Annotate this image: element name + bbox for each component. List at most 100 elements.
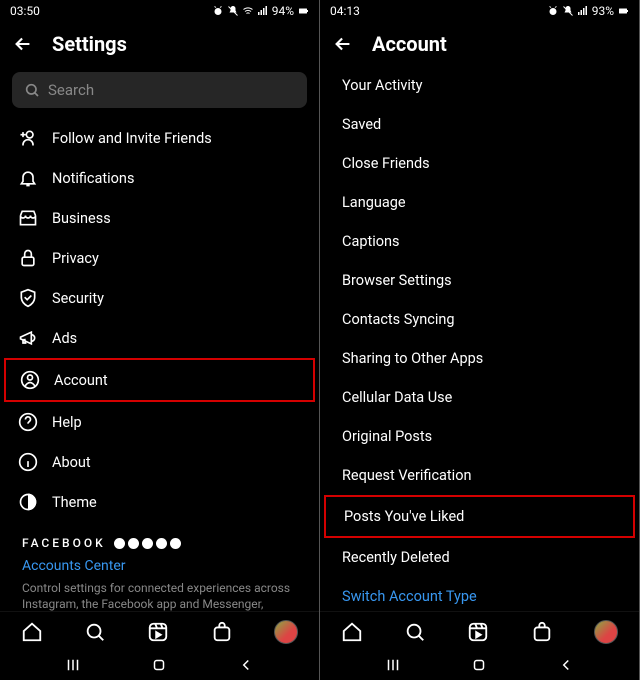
phone-settings: 03:50 94% Settings Search Follow and Inv… <box>0 0 320 680</box>
item-saved[interactable]: Saved <box>324 105 635 144</box>
alarm-icon <box>547 5 559 17</box>
page-title: Settings <box>52 32 127 56</box>
lock-icon <box>18 248 38 268</box>
signal-icon <box>577 5 589 17</box>
item-account[interactable]: Account <box>4 358 315 402</box>
footer: FACEBOOK Accounts Center Control setting… <box>4 522 315 611</box>
item-label: Saved <box>342 116 381 133</box>
item-captions[interactable]: Captions <box>324 222 635 261</box>
header: Settings <box>0 22 319 66</box>
home-icon[interactable] <box>341 621 363 643</box>
mute-icon <box>562 5 574 17</box>
item-label: Posts You've Liked <box>344 508 464 525</box>
theme-icon <box>18 492 38 512</box>
reels-icon[interactable] <box>467 621 489 643</box>
alarm-icon <box>212 5 224 17</box>
profile-avatar[interactable] <box>274 620 298 644</box>
bottom-nav <box>320 611 639 648</box>
battery-pct: 94% <box>272 4 294 18</box>
item-label: Original Posts <box>342 428 432 445</box>
add-friend-icon <box>18 128 38 148</box>
item-request-verification[interactable]: Request Verification <box>324 456 635 495</box>
item-label: Cellular Data Use <box>342 389 452 406</box>
item-label: Captions <box>342 233 400 250</box>
item-follow-invite[interactable]: Follow and Invite Friends <box>4 118 315 158</box>
header: Account <box>320 22 639 66</box>
settings-list: Follow and Invite Friends Notifications … <box>0 118 319 611</box>
battery-icon <box>297 5 309 17</box>
recents-icon[interactable] <box>384 656 402 674</box>
fb-app-icons <box>114 538 181 549</box>
facebook-brand: FACEBOOK <box>22 536 297 550</box>
item-label: Your Activity <box>342 77 423 94</box>
item-language[interactable]: Language <box>324 183 635 222</box>
bell-icon <box>18 168 38 188</box>
item-contacts-syncing[interactable]: Contacts Syncing <box>324 300 635 339</box>
item-about[interactable]: About <box>4 442 315 482</box>
item-label: Theme <box>52 494 97 511</box>
item-notifications[interactable]: Notifications <box>4 158 315 198</box>
system-nav <box>320 648 639 680</box>
home-sys-icon[interactable] <box>150 656 168 674</box>
phone-account: 04:13 93% Account Your Activity Saved Cl… <box>320 0 640 680</box>
item-business[interactable]: Business <box>4 198 315 238</box>
item-label: Account <box>54 372 108 389</box>
accounts-center-link[interactable]: Accounts Center <box>22 558 297 574</box>
item-label: Request Verification <box>342 467 471 484</box>
account-icon <box>20 370 40 390</box>
search-nav-icon[interactable] <box>404 621 426 643</box>
search-input[interactable]: Search <box>12 72 307 108</box>
item-theme[interactable]: Theme <box>4 482 315 522</box>
item-ads[interactable]: Ads <box>4 318 315 358</box>
footer-desc: Control settings for connected experienc… <box>22 580 297 611</box>
back-sys-icon[interactable] <box>237 656 255 674</box>
profile-avatar[interactable] <box>594 620 618 644</box>
wifi-icon <box>242 5 254 17</box>
back-icon[interactable] <box>332 33 354 55</box>
link-label: Switch Account Type <box>342 588 477 605</box>
mute-icon <box>227 5 239 17</box>
system-nav <box>0 648 319 680</box>
item-label: Close Friends <box>342 155 430 172</box>
link-switch-account-type[interactable]: Switch Account Type <box>324 577 635 611</box>
shop-nav-icon[interactable] <box>531 621 553 643</box>
item-label: Sharing to Other Apps <box>342 350 483 367</box>
home-icon[interactable] <box>21 621 43 643</box>
item-security[interactable]: Security <box>4 278 315 318</box>
item-sharing-apps[interactable]: Sharing to Other Apps <box>324 339 635 378</box>
item-privacy[interactable]: Privacy <box>4 238 315 278</box>
shop-icon <box>18 208 38 228</box>
search-icon <box>24 82 40 98</box>
item-cellular-data[interactable]: Cellular Data Use <box>324 378 635 417</box>
item-close-friends[interactable]: Close Friends <box>324 144 635 183</box>
item-label: Security <box>52 290 104 307</box>
status-time: 04:13 <box>330 4 360 18</box>
item-browser-settings[interactable]: Browser Settings <box>324 261 635 300</box>
back-sys-icon[interactable] <box>557 656 575 674</box>
help-icon <box>18 412 38 432</box>
item-label: Notifications <box>52 170 134 187</box>
megaphone-icon <box>18 328 38 348</box>
item-label: Contacts Syncing <box>342 311 455 328</box>
item-label: Privacy <box>52 250 99 267</box>
item-help[interactable]: Help <box>4 402 315 442</box>
item-label: Ads <box>52 330 77 347</box>
shop-nav-icon[interactable] <box>211 621 233 643</box>
item-posts-youve-liked[interactable]: Posts You've Liked <box>324 495 635 538</box>
item-recently-deleted[interactable]: Recently Deleted <box>324 538 635 577</box>
item-original-posts[interactable]: Original Posts <box>324 417 635 456</box>
battery-pct: 93% <box>592 4 614 18</box>
item-label: Browser Settings <box>342 272 452 289</box>
home-sys-icon[interactable] <box>470 656 488 674</box>
recents-icon[interactable] <box>64 656 82 674</box>
search-placeholder: Search <box>48 81 94 99</box>
item-your-activity[interactable]: Your Activity <box>324 66 635 105</box>
info-icon <box>18 452 38 472</box>
back-icon[interactable] <box>12 33 34 55</box>
item-label: Language <box>342 194 406 211</box>
status-time: 03:50 <box>10 4 40 18</box>
page-title: Account <box>372 32 447 56</box>
status-bar: 04:13 93% <box>320 0 639 22</box>
search-nav-icon[interactable] <box>84 621 106 643</box>
reels-icon[interactable] <box>147 621 169 643</box>
